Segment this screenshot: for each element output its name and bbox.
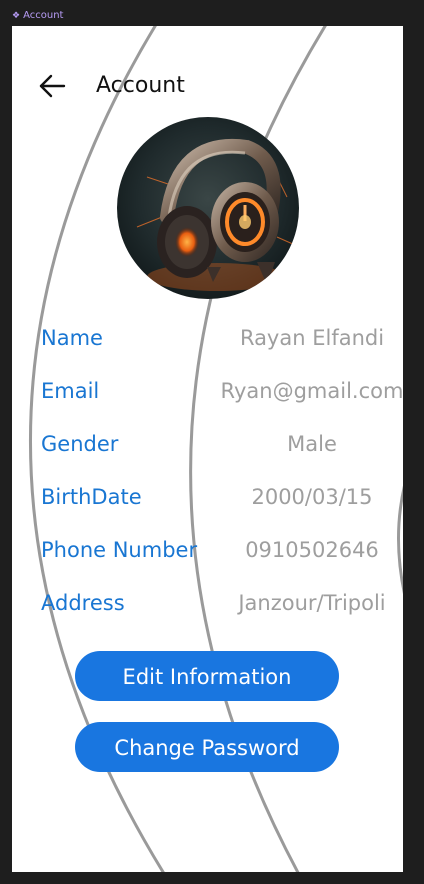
birthdate-label: BirthDate (41, 485, 142, 509)
email-value: Ryan@gmail.com (220, 379, 403, 403)
gender-label: Gender (41, 432, 119, 456)
account-screen: Account Name Rayan Elfandi Email Ryan@gm… (12, 26, 403, 872)
change-password-button[interactable]: Change Password (75, 722, 339, 772)
arrow-left-icon (39, 74, 66, 98)
name-value: Rayan Elfandi (239, 326, 385, 350)
profile-row-address: Address Janzour/Tripoli (12, 588, 403, 618)
profile-row-email: Email Ryan@gmail.com (12, 376, 403, 406)
frame-label: ❖ Account (12, 10, 63, 21)
gender-value: Male (287, 432, 337, 456)
profile-row-phone: Phone Number 0910502646 (12, 535, 403, 565)
email-label: Email (41, 379, 100, 403)
page-title: Account (96, 73, 185, 98)
birthdate-value: 2000/03/15 (251, 485, 373, 509)
edit-information-button[interactable]: Edit Information (75, 651, 339, 701)
headphones-artwork (117, 117, 299, 299)
name-label: Name (41, 326, 103, 350)
avatar (117, 117, 299, 299)
profile-row-gender: Gender Male (12, 429, 403, 459)
component-icon: ❖ (12, 10, 21, 21)
top-bar: Account (12, 64, 403, 108)
address-label: Address (41, 591, 125, 615)
frame-label-text: Account (23, 10, 64, 21)
back-button[interactable] (36, 72, 70, 100)
phone-label: Phone Number (41, 538, 198, 562)
profile-row-birthdate: BirthDate 2000/03/15 (12, 482, 403, 512)
profile-row-name: Name Rayan Elfandi (12, 323, 403, 353)
phone-value: 0910502646 (245, 538, 379, 562)
address-value: Janzour/Tripoli (238, 591, 386, 615)
